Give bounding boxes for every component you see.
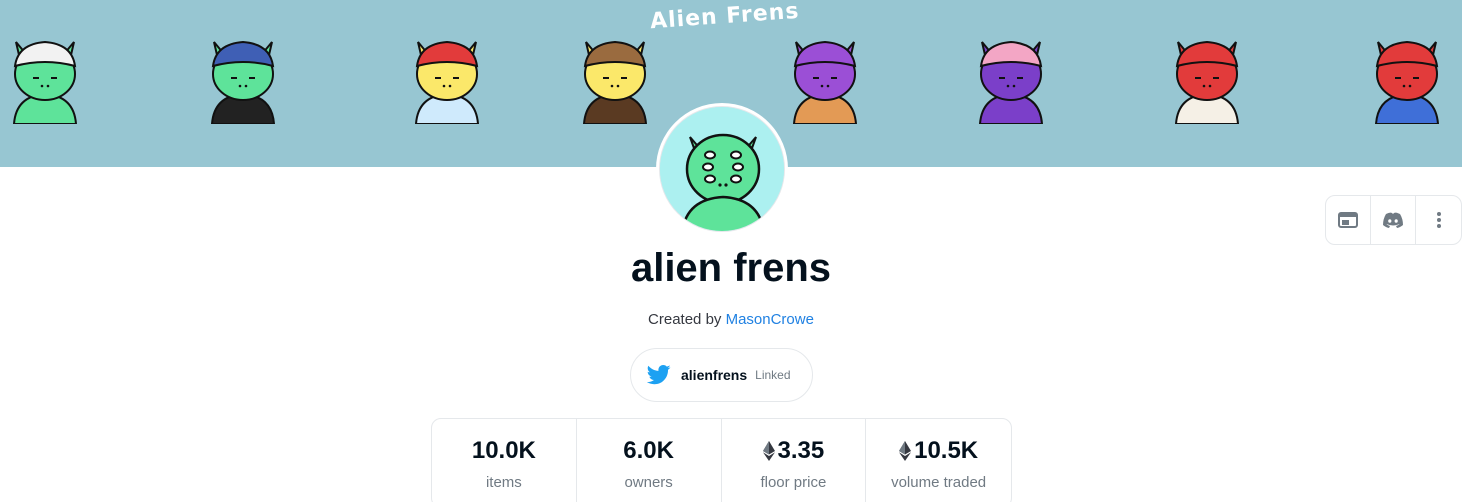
more-options-button[interactable]	[1416, 196, 1461, 244]
collection-name: alien frens	[630, 246, 832, 290]
collection-avatar	[656, 103, 788, 235]
created-by-prefix: Created by	[648, 311, 722, 328]
collection-stats: 10.0K items 6.0K owners 3.35 floor price…	[431, 418, 1012, 502]
website-button[interactable]	[1326, 196, 1371, 244]
stat-value: 3.35	[777, 437, 825, 464]
alien-purple-chain-icon	[780, 28, 870, 124]
green-alien-avatar-icon	[659, 106, 785, 232]
stat-label: items	[485, 474, 522, 491]
alien-helmet-icon	[0, 28, 90, 124]
stat-floor-price[interactable]: 3.35 floor price	[722, 419, 867, 502]
banner-title: Alien Frens	[649, 0, 801, 35]
discord-icon	[1383, 212, 1403, 228]
stat-label: owners	[624, 474, 673, 491]
stat-items[interactable]: 10.0K items	[432, 419, 577, 502]
ethereum-icon	[762, 441, 775, 461]
alien-red-x-eyes-icon	[1162, 28, 1252, 124]
website-icon	[1338, 212, 1358, 228]
created-by: Created by MasonCrowe	[0, 311, 1462, 328]
alien-red-cape-icon	[1362, 28, 1452, 124]
stat-value: 10.5K	[914, 437, 979, 464]
creator-link[interactable]: MasonCrowe	[726, 311, 814, 328]
stat-volume-traded[interactable]: 10.5K volume traded	[866, 419, 1011, 502]
alien-beanie-icon	[198, 28, 288, 124]
discord-button[interactable]	[1371, 196, 1416, 244]
stat-owners[interactable]: 6.0K owners	[577, 419, 722, 502]
stat-label: volume traded	[891, 474, 987, 491]
twitter-linked-badge: Linked	[755, 368, 791, 382]
twitter-handle: alienfrens	[681, 367, 748, 383]
ethereum-icon	[899, 441, 912, 461]
more-vertical-icon	[1436, 212, 1441, 228]
alien-bow-icon	[402, 28, 492, 124]
alien-purple-beard-icon	[966, 28, 1056, 124]
stat-value: 6.0K	[623, 437, 674, 464]
twitter-link[interactable]: alienfrens Linked	[630, 348, 813, 402]
twitter-bird-icon	[647, 365, 671, 385]
stat-label: floor price	[760, 474, 827, 491]
stat-value: 10.0K	[471, 437, 536, 464]
alien-cowboy-icon	[570, 28, 660, 124]
collection-actions	[1325, 195, 1462, 245]
